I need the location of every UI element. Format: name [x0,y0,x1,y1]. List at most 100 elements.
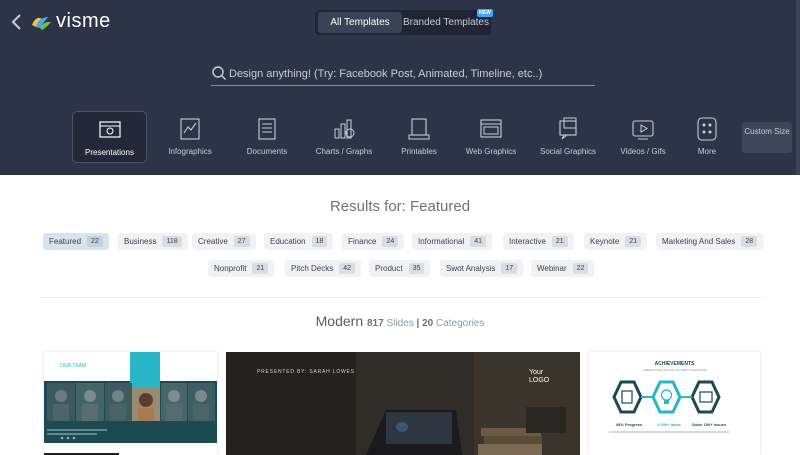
template-type-toggle: All Templates Branded Templates [315,10,491,35]
category-printables[interactable]: Printables [396,111,442,163]
logo-line-2: LOGO [529,377,550,384]
categories-count: 20 [422,318,434,329]
achievement-item: Solve 100+ Issues [691,422,727,427]
filter-chip-webinar[interactable]: Webinar 22 [531,260,595,277]
all-templates-tab[interactable]: All Templates [318,12,402,33]
header-scrollbar[interactable] [796,0,800,175]
category-label: Presentations [85,148,134,157]
chip-count: 21 [625,236,642,247]
category-infographics[interactable]: Infographics [162,111,218,163]
filter-chip-education[interactable]: Education 18 [264,233,334,250]
printable-icon [408,118,430,140]
chip-label: Education [270,237,306,246]
category-label: Social Graphics [539,147,597,156]
category-videos-gifs[interactable]: Videos / Gifs [618,111,668,163]
chip-label: Interactive [509,237,546,246]
category-label: More [697,147,717,156]
template-card-our-team[interactable]: OUR TEAM [44,352,217,455]
achievements-subtitle: LOREM IPSUM DOLOR SIT AMET ADIPISCING [642,368,707,372]
chip-count: 24 [382,236,399,247]
chip-label: Business [124,237,157,246]
category-label: Videos / Gifs [620,147,666,156]
chip-count: 41 [470,236,487,247]
category-label: Infographics [168,147,212,156]
search-bar [211,62,595,86]
chip-label: Pitch Decks [291,264,334,273]
your-logo-text: Your LOGO [529,369,549,385]
chip-count: 27 [233,236,250,247]
slides-label: Slides [386,318,414,329]
chip-count: 35 [408,263,425,274]
chip-label: Product [375,264,403,273]
logo-line-1: Your [529,369,544,376]
section-stats: 817 Slides | 20 Categories [367,318,484,329]
category-label: Documents [246,147,288,156]
chip-label: Featured [49,237,82,246]
section-name: Modern [315,313,364,329]
filter-chip-informational[interactable]: Informational 41 [412,233,493,250]
new-badge: NEW [477,9,493,17]
filter-chip-keynote[interactable]: Keynote 21 [584,233,648,250]
infographic-icon [180,118,200,140]
chip-count: 21 [252,263,269,274]
category-label: Charts / Graphs [315,147,373,156]
our-team-title: OUR TEAM [60,363,87,369]
visme-logo[interactable]: visme [30,10,111,33]
back-arrow-icon[interactable] [10,12,24,32]
chip-label: Webinar [537,264,567,273]
social-graphic-icon [559,117,577,140]
presented-by-thumbnail [226,352,580,455]
search-icon [212,66,226,80]
filter-chip-business[interactable]: Business 118 [118,233,188,250]
filter-chip-swot-analysis[interactable]: Swot Analysis 17 [440,260,524,277]
chip-label: Creative [198,237,228,246]
template-card-presented-by[interactable]: PRESENTED BY: SARAH LOWES Your LOGO [226,352,580,455]
chip-label: Marketing And Sales [662,237,736,246]
slides-count: 817 [367,318,384,329]
chip-count: 118 [162,236,182,247]
chip-label: Informational [418,237,465,246]
top-header: visme All Templates Branded Templates NE… [0,0,800,175]
category-label: Web Graphics [465,147,517,156]
filter-chip-marketing-and-sales[interactable]: Marketing And Sales 28 [656,233,764,250]
chip-count: 22 [572,263,589,274]
category-label: Printables [401,147,437,156]
category-presentations[interactable]: Presentations [72,111,147,163]
filter-chip-featured[interactable]: Featured 22 [43,233,109,250]
presented-by-text: PRESENTED BY: SARAH LOWES [257,369,355,375]
category-social-graphics[interactable]: Social Graphics [538,111,598,163]
web-graphic-icon [480,119,502,138]
filter-chip-finance[interactable]: Finance 24 [342,233,405,250]
custom-size-button[interactable]: Custom Size [742,122,792,153]
video-icon [632,120,654,140]
more-icon [697,117,717,141]
chip-count: 28 [741,236,758,247]
chip-label: Nonprofit [214,264,247,273]
presentation-icon [98,121,121,138]
stats-separator: | [416,318,420,329]
category-more[interactable]: More [690,111,724,163]
filter-chip-pitch-decks[interactable]: Pitch Decks 42 [285,260,362,277]
visme-logo-icon [32,16,51,30]
document-icon [258,118,276,140]
chip-label: Swot Analysis [446,264,496,273]
chip-count: 18 [311,236,328,247]
filter-chip-creative[interactable]: Creative 27 [192,233,256,250]
chip-label: Finance [348,237,377,246]
category-documents[interactable]: Documents [240,111,294,163]
chip-count: 42 [339,263,356,274]
achievements-title: ACHIEVEMENTS [654,361,695,367]
filter-chip-nonprofit[interactable]: Nonprofit 21 [208,260,275,277]
chip-count: 22 [87,236,103,247]
chip-count: 21 [551,236,568,247]
template-card-achievements[interactable]: ACHIEVEMENTS LOREM IPSUM DOLOR SIT AMET … [589,352,760,455]
achievement-item: 2,000+ Ideas [657,422,681,427]
results-title: Results for: Featured [329,198,471,215]
filter-chip-product[interactable]: Product 35 [369,260,431,277]
achievement-item: 45% Progress [615,422,643,427]
category-web-graphics[interactable]: Web Graphics [463,111,519,163]
category-charts-graphs[interactable]: Charts / Graphs [312,111,376,163]
search-input[interactable] [229,65,589,83]
filter-chip-interactive[interactable]: Interactive 21 [503,233,574,250]
chip-label: Keynote [590,237,620,246]
